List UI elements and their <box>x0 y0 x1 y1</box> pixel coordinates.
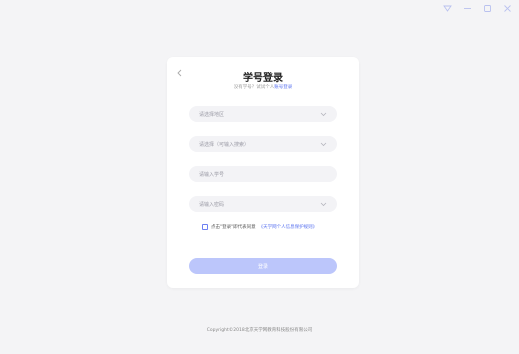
region-select[interactable]: 请选择地区 <box>189 106 337 122</box>
login-subtitle: 没有学号？试试个人账号登录 <box>167 84 359 90</box>
login-card: 学号登录 没有学号？试试个人账号登录 请选择地区 请选择（可输入搜索） 请输入学… <box>167 57 359 288</box>
agreement-row: 点击"登录"即代表同意 《天学网个人信息保护规则》 <box>202 224 317 230</box>
privacy-policy-link[interactable]: 《天学网个人信息保护规则》 <box>259 224 318 230</box>
chevron-down-icon <box>320 202 327 207</box>
chevron-down-icon <box>320 142 327 147</box>
school-select[interactable]: 请选择（可输入搜索） <box>189 136 337 152</box>
school-select-placeholder: 请选择（可输入搜索） <box>199 141 250 148</box>
window-controls <box>441 3 513 13</box>
login-button[interactable]: 登录 <box>189 258 337 274</box>
password-placeholder: 请输入密码 <box>199 201 225 208</box>
subtitle-text: 没有学号？试试个人 <box>233 85 275 90</box>
chevron-down-icon <box>320 112 327 117</box>
student-id-input[interactable]: 请输入学号 <box>189 166 337 182</box>
agree-text: 点击"登录"即代表同意 <box>211 225 256 230</box>
minimize-icon[interactable] <box>461 3 473 13</box>
maximize-icon[interactable] <box>481 3 493 13</box>
account-login-link[interactable]: 账号登录 <box>274 85 292 90</box>
pin-icon[interactable] <box>441 3 453 13</box>
region-select-placeholder: 请选择地区 <box>199 111 225 118</box>
page-title: 学号登录 <box>243 73 283 84</box>
copyright-text: Copyright©2018北京天学网教育科技股份有限公司 <box>206 328 313 333</box>
app-window: 学号登录 没有学号？试试个人账号登录 请选择地区 请选择（可输入搜索） 请输入学… <box>0 0 519 354</box>
close-icon[interactable] <box>501 3 513 13</box>
password-input[interactable]: 请输入密码 <box>189 196 337 212</box>
agree-checkbox[interactable] <box>202 224 208 230</box>
student-id-placeholder: 请输入学号 <box>199 171 225 178</box>
